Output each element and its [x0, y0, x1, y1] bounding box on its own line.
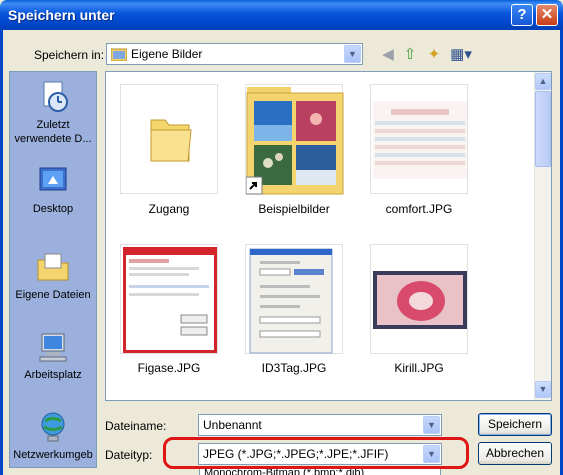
place-label: Netzwerkumgeb	[13, 449, 93, 461]
scroll-up-icon[interactable]: ▲	[535, 73, 551, 90]
my-documents-icon	[37, 253, 69, 281]
save-button[interactable]: Speichern	[478, 413, 552, 436]
file-name: Beispielbilder	[258, 202, 330, 216]
my-computer-icon	[39, 333, 67, 362]
file-thumb-beispielbilder[interactable]	[245, 84, 344, 195]
place-my-computer[interactable]: Arbeitsplatz	[10, 330, 96, 382]
folder-shortcut-icon	[245, 87, 344, 195]
image-preview-icon	[249, 248, 333, 354]
file-thumb-zugang[interactable]	[120, 84, 218, 194]
close-button[interactable]: ✕	[536, 4, 558, 26]
save-in-value: Eigene Bilder	[131, 47, 203, 61]
view-menu-icon[interactable]: ▦▾	[449, 45, 473, 65]
place-network[interactable]: Netzwerkumgeb	[10, 410, 96, 462]
network-icon	[41, 412, 65, 442]
file-thumb-figase[interactable]	[120, 244, 218, 354]
save-in-dropdown[interactable]: Eigene Bilder ▼	[106, 43, 363, 65]
image-preview-icon	[373, 101, 467, 179]
window-title: Speichern unter	[8, 7, 115, 23]
vertical-scrollbar[interactable]: ▲ ▼	[534, 72, 551, 400]
place-label: Arbeitsplatz	[24, 369, 82, 381]
file-name: comfort.JPG	[385, 202, 453, 216]
help-button[interactable]: ?	[511, 4, 533, 26]
desktop-icon	[39, 167, 67, 191]
filename-value: Unbenannt	[203, 418, 262, 432]
folder-icon	[111, 48, 127, 61]
file-name: Kirill.JPG	[394, 361, 444, 375]
place-label: Zuletzt verwendete D...	[14, 119, 92, 145]
image-preview-icon	[123, 247, 217, 353]
chevron-down-icon[interactable]: ▼	[423, 416, 440, 434]
scroll-down-icon[interactable]: ▼	[535, 381, 551, 398]
places-bar: Zuletzt verwendete D... Desktop Eigene D…	[9, 71, 97, 468]
file-name: ID3Tag.JPG	[261, 361, 327, 375]
scrollbar-thumb[interactable]	[535, 91, 551, 167]
place-desktop[interactable]: Desktop	[10, 164, 96, 216]
image-preview-icon	[373, 271, 467, 329]
recent-documents-icon	[43, 81, 68, 112]
back-icon[interactable]: ◀	[378, 45, 398, 65]
file-thumb-comfort[interactable]	[370, 84, 468, 194]
new-folder-icon[interactable]: ✦	[424, 45, 444, 65]
chevron-down-icon[interactable]: ▼	[344, 45, 361, 63]
place-label: Eigene Dateien	[15, 289, 91, 301]
folder-icon	[150, 119, 192, 162]
place-my-documents[interactable]: Eigene Dateien	[10, 250, 96, 302]
file-name: Zugang	[148, 202, 190, 216]
filename-field[interactable]: Unbenannt ▼	[198, 414, 442, 436]
file-thumb-id3tag[interactable]	[245, 244, 343, 354]
highlight-annotation	[163, 437, 469, 469]
title-bar[interactable]: Speichern unter ? ✕	[0, 0, 563, 30]
place-label: Desktop	[32, 203, 74, 215]
file-name: Figase.JPG	[137, 361, 201, 375]
file-list[interactable]: Zugang Beispielbilder comfort.JPG Figase…	[105, 71, 552, 401]
cancel-button[interactable]: Abbrechen	[478, 442, 552, 465]
place-recent[interactable]: Zuletzt verwendete D...	[10, 80, 96, 146]
filename-label: Dateiname:	[105, 419, 167, 433]
filetype-label: Dateityp:	[105, 448, 153, 462]
save-in-label: Speichern in:	[34, 48, 105, 62]
file-thumb-kirill[interactable]	[370, 244, 468, 354]
up-folder-icon[interactable]: ⇧	[400, 45, 420, 65]
